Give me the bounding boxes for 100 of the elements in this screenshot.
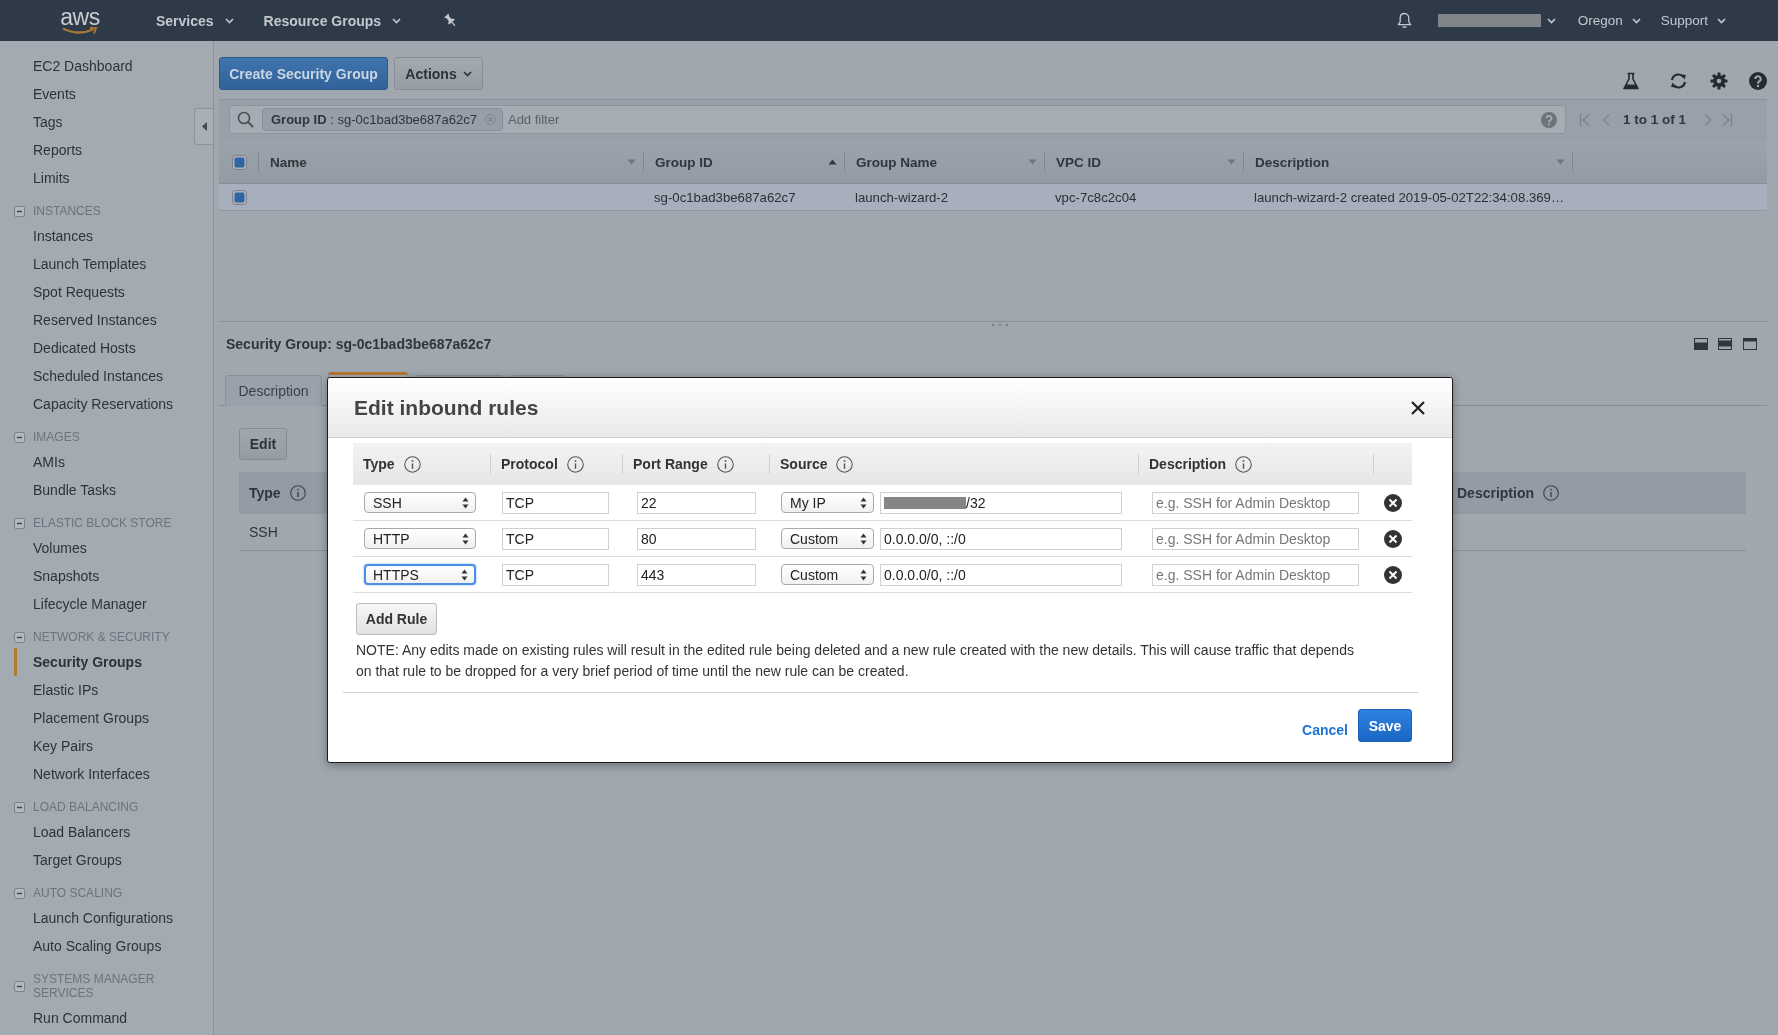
nav-menu[interactable]: Services <box>156 12 234 29</box>
info-icon[interactable] <box>566 455 584 473</box>
add-rule-button[interactable]: Add Rule <box>356 603 437 635</box>
type-select[interactable]: HTTPS <box>364 564 476 585</box>
sidebar-item[interactable]: Run Command <box>14 1004 134 1032</box>
panel-title: Security Group: sg-0c1bad3be687a62c7 <box>226 336 492 352</box>
logo-text[interactable]: aws <box>60 6 100 27</box>
caret-down-icon <box>392 17 402 24</box>
refresh-icon[interactable] <box>1669 72 1688 90</box>
sidebar-item[interactable]: Events <box>14 80 82 108</box>
sidebar-item[interactable]: Target Groups <box>14 846 128 874</box>
sidebar-item[interactable]: Instances <box>14 222 99 250</box>
type-select[interactable]: SSH <box>364 492 476 513</box>
bell-icon[interactable] <box>1396 12 1412 29</box>
minus-box-icon[interactable] <box>14 517 25 529</box>
sidebar-item[interactable]: Key Pairs <box>14 732 99 760</box>
save-button[interactable]: Save <box>1358 709 1412 742</box>
source-field[interactable]: 0.0.0.0/0, ::/0 <box>880 563 1122 586</box>
pagination-label: 1 to 1 of 1 <box>1623 112 1686 127</box>
source-field[interactable]: /32 <box>880 491 1122 514</box>
minus-box-icon[interactable] <box>14 887 25 899</box>
column-header[interactable]: VPC ID <box>1056 154 1101 170</box>
sidebar-item[interactable]: Lifecycle Manager <box>14 590 153 618</box>
x-circle-icon[interactable] <box>1384 529 1402 548</box>
tab[interactable]: Description <box>225 375 322 406</box>
settings-icon[interactable] <box>1710 72 1728 90</box>
minus-box-icon[interactable] <box>14 205 25 217</box>
sidebar-item[interactable]: Security Groups <box>14 648 148 676</box>
sidebar-item[interactable]: AMIs <box>14 448 71 476</box>
minus-box-icon[interactable] <box>14 631 25 643</box>
sort-up-icon[interactable] <box>828 159 837 165</box>
minus-box-icon[interactable] <box>14 980 25 992</box>
x-circle-icon[interactable] <box>1384 565 1402 584</box>
sidebar-item[interactable]: Snapshots <box>14 562 106 590</box>
cancel-link[interactable]: Cancel <box>1302 721 1348 738</box>
help-icon[interactable] <box>1749 72 1767 90</box>
description-field[interactable]: e.g. SSH for Admin Desktop <box>1152 491 1359 514</box>
create-security-group-button[interactable]: Create Security Group <box>219 57 388 90</box>
column-header[interactable]: Name <box>270 154 307 170</box>
sidebar-item[interactable]: Reserved Instances <box>14 306 163 334</box>
minus-box-icon[interactable] <box>14 431 25 443</box>
type-select[interactable]: HTTP <box>364 528 476 549</box>
sidebar-item[interactable]: Limits <box>14 164 76 192</box>
x-circle-icon[interactable] <box>1384 493 1402 512</box>
source-field[interactable]: 0.0.0.0/0, ::/0 <box>880 527 1122 550</box>
sidebar-item[interactable]: Launch Templates <box>14 250 153 278</box>
sidebar-item[interactable]: Dedicated Hosts <box>14 334 142 362</box>
port-range-field[interactable]: 443 <box>637 563 756 586</box>
flask-icon[interactable] <box>1622 72 1640 90</box>
layout-bottom-icon[interactable] <box>1694 338 1708 350</box>
sidebar-item[interactable]: Spot Requests <box>14 278 131 306</box>
info-icon[interactable] <box>836 455 854 473</box>
info-icon[interactable] <box>1543 485 1559 501</box>
source-select[interactable]: Custom <box>781 528 874 549</box>
column-header[interactable]: Description <box>1255 154 1330 170</box>
filter-chip[interactable]: Group ID : sg-0c1bad3be687a62c7 <box>262 108 503 131</box>
caret-down-icon <box>1717 17 1726 24</box>
info-icon[interactable] <box>403 455 421 473</box>
info-icon[interactable] <box>716 455 734 473</box>
close-icon[interactable] <box>1410 399 1426 416</box>
source-select[interactable]: My IP <box>781 492 874 513</box>
sidebar-item[interactable]: Load Balancers <box>14 818 137 846</box>
layout-middle-icon[interactable] <box>1718 338 1732 350</box>
support-menu[interactable]: Support <box>1660 13 1726 28</box>
protocol-field[interactable]: TCP <box>502 491 609 514</box>
table-cell: launch-wizard-2 <box>855 189 949 205</box>
table-row[interactable]: sg-0c1bad3be687a62c7 launch-wizard-2 vpc-7c8c2c04 launch-wizard-2 created 2019-05-02T22:34:08.369… <box>219 184 1767 211</box>
description-field[interactable]: e.g. SSH for Admin Desktop <box>1152 563 1359 586</box>
port-range-field[interactable]: 80 <box>637 527 756 550</box>
sidebar-item[interactable]: Launch Configurations <box>14 904 180 932</box>
column-header[interactable]: Group Name <box>856 154 937 170</box>
region-menu[interactable]: Oregon <box>1577 13 1641 28</box>
protocol-field[interactable]: TCP <box>502 527 609 550</box>
info-icon[interactable] <box>289 485 306 501</box>
protocol-field[interactable]: TCP <box>502 563 609 586</box>
sidebar-item[interactable]: Reports <box>14 136 89 164</box>
sidebar-item[interactable]: Auto Scaling Groups <box>14 932 168 960</box>
port-range-field[interactable]: 22 <box>637 491 756 514</box>
minus-box-icon[interactable] <box>14 801 25 813</box>
actions-button[interactable]: Actions <box>394 57 483 90</box>
sidebar-item[interactable]: Elastic IPs <box>14 676 105 704</box>
sidebar-item[interactable]: Capacity Reservations <box>14 390 180 418</box>
sidebar-item[interactable]: Bundle Tasks <box>14 476 122 504</box>
sidebar-item[interactable]: Network Interfaces <box>14 760 156 788</box>
collapse-sidebar-button[interactable] <box>194 108 213 145</box>
sidebar-item[interactable]: Tags <box>14 108 69 136</box>
filter-field[interactable]: Group ID : sg-0c1bad3be687a62c7 Add filter <box>229 105 1566 134</box>
sidebar-item[interactable]: Volumes <box>14 534 93 562</box>
column-header[interactable]: Group ID <box>655 154 713 170</box>
source-select[interactable]: Custom <box>781 564 874 585</box>
sidebar-item[interactable]: EC2 Dashboard <box>14 52 139 80</box>
nav-menu[interactable]: Resource Groups <box>263 12 402 29</box>
info-icon[interactable] <box>1235 455 1252 473</box>
checkbox[interactable] <box>232 189 247 205</box>
edit-button[interactable]: Edit <box>239 428 287 460</box>
description-field[interactable]: e.g. SSH for Admin Desktop <box>1152 527 1359 550</box>
checkbox[interactable] <box>232 154 247 170</box>
sidebar-item[interactable]: Placement Groups <box>14 704 155 732</box>
layout-top-icon[interactable] <box>1743 338 1757 350</box>
sidebar-item[interactable]: Scheduled Instances <box>14 362 169 390</box>
